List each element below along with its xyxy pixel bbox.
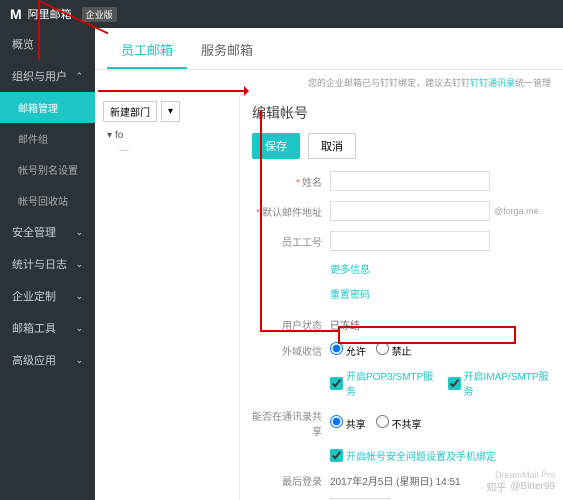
deny-radio[interactable]: 禁止 (376, 342, 412, 358)
dept-more-button[interactable]: ▾ (161, 101, 180, 122)
reset-pwd-link[interactable]: 重置密码 (330, 286, 370, 301)
extrecv-label: 外域收信 (252, 343, 322, 358)
chevron-down-icon: ⌄ (75, 291, 83, 302)
empno-input[interactable] (330, 231, 490, 251)
sidebar-item-security[interactable]: 安全管理⌄ (0, 216, 95, 248)
annotation-arrow (260, 330, 340, 332)
chevron-up-icon: ⌃ (75, 71, 83, 82)
more-info-link[interactable]: 更多信息 (330, 261, 370, 276)
empno-label: 员工工号 (252, 234, 322, 249)
imap-checkbox[interactable]: 开启IMAP/SMTP服务 (448, 368, 551, 398)
allow-radio[interactable]: 允许 (330, 342, 366, 358)
lastlogin-value: 2017年2月5日 (星期日) 14:51 (330, 473, 461, 488)
name-input[interactable] (330, 171, 490, 191)
tab-service-mail[interactable]: 服务邮箱 (187, 32, 267, 69)
share-radio[interactable]: 共享 (330, 415, 366, 431)
save-button[interactable]: 保存 (252, 133, 300, 159)
sidebar-item-custom[interactable]: 企业定制⌄ (0, 280, 95, 312)
sidebar-item-advanced[interactable]: 高级应用⌄ (0, 344, 95, 376)
pop3-checkbox[interactable]: 开启POP3/SMTP服务 (330, 368, 436, 398)
cancel-button[interactable]: 取消 (308, 133, 356, 159)
watermark-zhihu: 知乎@Bitter99 (486, 479, 555, 494)
sidebar-item-mailgroup[interactable]: 邮件组 (0, 123, 95, 154)
notice-bar: 您的企业邮箱已与钉钉绑定，建议去钉钉钉钉通讯录统一管理 (95, 70, 563, 95)
sidebar-item-tools[interactable]: 邮箱工具⌄ (0, 312, 95, 344)
name-label: 姓名 (302, 178, 322, 189)
sidebar-item-recycle[interactable]: 帐号回收站 (0, 185, 95, 216)
email-input[interactable] (330, 201, 490, 221)
logo-icon: M (10, 6, 22, 22)
edition-badge: 企业版 (82, 7, 117, 22)
tab-employee-mail[interactable]: 员工邮箱 (107, 32, 187, 69)
form-title: 编辑帐号 (252, 103, 551, 123)
noshare-radio[interactable]: 不共享 (376, 415, 422, 431)
dept-tree-child[interactable]: — (103, 143, 231, 158)
sidebar-item-alias[interactable]: 帐号别名设置 (0, 154, 95, 185)
email-label: 默认邮件地址 (262, 208, 322, 219)
share-label: 能否在通讯录共享 (252, 408, 322, 438)
dingtalk-link[interactable]: 钉钉通讯录 (470, 78, 515, 88)
lastlogin-label: 最后登录 (252, 473, 322, 488)
safe-checkbox[interactable]: 开启帐号安全问题设置及手机绑定 (330, 448, 496, 463)
email-suffix: @forga.me (494, 206, 539, 216)
sidebar-item-stats[interactable]: 统计与日志⌄ (0, 248, 95, 280)
chevron-down-icon: ⌄ (75, 355, 83, 366)
sidebar-item-mailbox-mgmt[interactable]: 邮箱管理 (0, 92, 95, 123)
chevron-down-icon: ⌄ (75, 259, 83, 270)
sidebar-item-overview[interactable]: 概览 (0, 28, 95, 60)
dept-tree-root[interactable]: ▾fo (103, 128, 231, 143)
sidebar-item-org-users[interactable]: 组织与用户⌃ (0, 60, 95, 92)
sidebar: 概览 组织与用户⌃ 邮箱管理 邮件组 帐号别名设置 帐号回收站 安全管理⌄ 统计… (0, 28, 95, 500)
annotation-box (338, 326, 516, 344)
brand-name: 阿里邮箱 (28, 6, 72, 22)
chevron-down-icon: ⌄ (75, 227, 83, 238)
new-dept-button[interactable]: 新建部门 (103, 101, 157, 122)
chevron-down-icon: ⌄ (75, 323, 83, 334)
